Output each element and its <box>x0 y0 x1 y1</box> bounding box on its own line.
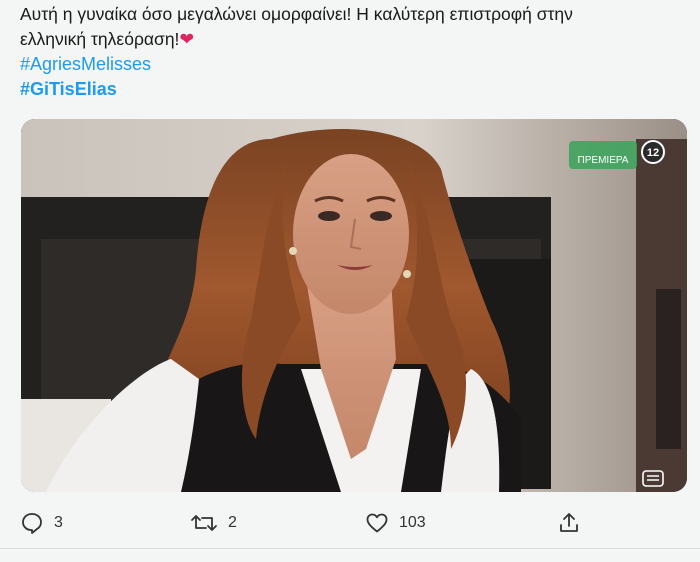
tweet-text-line-1: Αυτή η γυναίκα όσο μεγαλώνει ομορφαίνει!… <box>20 4 573 24</box>
divider <box>0 548 700 549</box>
hashtag-agriesmelisses[interactable]: #AgriesMelisses <box>20 52 680 77</box>
hashtag-gitiselias[interactable]: #GiTisElias <box>20 77 680 102</box>
like-count: 103 <box>399 514 426 531</box>
heart-icon <box>365 511 389 535</box>
heart-emoji: ❤ <box>179 29 195 49</box>
like-button[interactable]: 103 <box>365 508 426 538</box>
reply-icon <box>20 511 44 535</box>
tweet-text-line-2: ελληνική τηλεόραση!❤ <box>20 27 680 52</box>
reply-button[interactable]: 3 <box>20 508 63 538</box>
tweet-actions: 3 2 103 <box>0 508 700 538</box>
channel-logo-text: ΠΡΕΜΙΕΡΑ <box>578 155 629 166</box>
retweet-icon <box>190 511 218 535</box>
share-icon <box>557 511 581 535</box>
tweet-photo[interactable]: ΠΡΕΜΙΕΡΑ 12 <box>21 119 687 492</box>
retweet-button[interactable]: 2 <box>190 508 237 538</box>
reply-count: 3 <box>54 514 63 531</box>
retweet-count: 2 <box>228 514 237 531</box>
share-button[interactable] <box>557 508 581 538</box>
tv-screen-photo: ΠΡΕΜΙΕΡΑ 12 <box>21 119 687 492</box>
tweet-text: Αυτή η γυναίκα όσο μεγαλώνει ομορφαίνει!… <box>20 2 680 102</box>
rating-badge: 12 <box>647 147 659 159</box>
tweet-text-line-2-text: ελληνική τηλεόραση! <box>20 29 180 49</box>
